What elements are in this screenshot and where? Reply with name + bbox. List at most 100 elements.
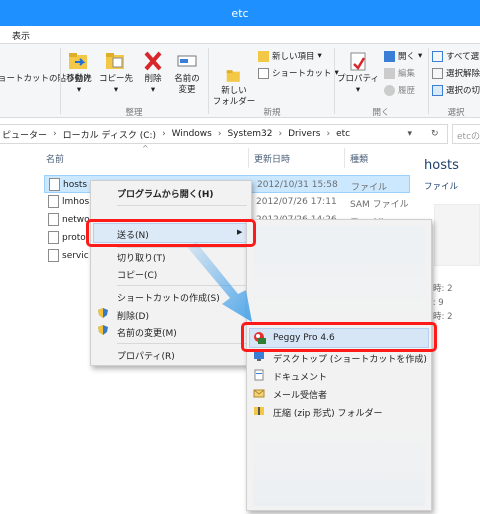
peggy-pro-highlight-box <box>241 322 437 352</box>
breadcrumb-local-disk[interactable]: ローカル ディスク (C:) <box>63 128 156 141</box>
new-item-button[interactable]: 新しい項目 ▾ <box>258 50 322 62</box>
documents-icon <box>254 369 264 381</box>
history-button[interactable]: 履歴 <box>384 84 415 96</box>
submenu-item-desktop[interactable]: デスクトップ (ショートカットを作成) <box>273 352 427 365</box>
file-type: ファイル <box>351 183 388 193</box>
breadcrumb-etc[interactable]: etc <box>336 129 350 139</box>
file-icon <box>48 249 59 262</box>
submenu-item-documents[interactable]: ドキュメント <box>273 370 327 383</box>
open-group-label: 開く <box>372 108 390 118</box>
column-header-date[interactable]: 更新日時 <box>254 152 290 165</box>
chevron-down-icon: ▾ <box>150 85 156 95</box>
new-folder-button[interactable]: 新しい フォルダー <box>212 68 256 108</box>
menu-item-cut[interactable]: 切り取り(T) <box>117 251 166 264</box>
open-icon <box>384 50 395 62</box>
chevron-down-icon: ▾ <box>317 51 322 61</box>
menu-item-properties[interactable]: プロパティ(R) <box>117 349 175 362</box>
menu-item-open-with[interactable]: プログラムから開く(H) <box>117 187 214 200</box>
copy-to-button[interactable]: コピー先 ▾ <box>98 50 134 96</box>
rename-label-1: 名前の <box>174 74 200 84</box>
file-name: proto <box>62 233 86 243</box>
invert-selection-button[interactable]: 選択の切 <box>432 84 480 96</box>
breadcrumb-system32[interactable]: System32 <box>227 129 272 139</box>
properties-label: プロパティ <box>337 74 379 84</box>
invert-selection-icon <box>432 84 443 96</box>
file-date: 2012/10/31 15:58 <box>257 180 338 190</box>
column-divider <box>344 148 345 168</box>
menu-item-create-shortcut[interactable]: ショートカットの作成(S) <box>117 291 220 304</box>
chevron-right-icon: › <box>278 129 283 139</box>
file-name: servic <box>62 251 89 261</box>
submenu-item-mail-recipient[interactable]: メール受信者 <box>273 388 327 401</box>
shield-icon <box>98 325 108 335</box>
chevron-down-icon: ▾ <box>418 51 423 61</box>
edit-icon <box>384 67 395 79</box>
chevron-down-icon: ▾ <box>113 85 119 95</box>
new-item-label: 新しい項目 <box>272 52 315 62</box>
address-controls: ▾ ↻ <box>398 124 448 144</box>
file-type: SAM ファイル <box>350 200 409 210</box>
properties-button[interactable]: プロパティ ▾ <box>336 50 380 96</box>
ribbon: ョートカットの貼り付け 移動先 ▾ コピー先 ▾ 削除 ▾ 名前の 変更 整理 新しいフ… <box>0 44 480 118</box>
new-folder-label-1: 新しい <box>221 86 247 96</box>
new-folder-icon <box>226 70 240 82</box>
move-to-button[interactable]: 移動先 ▾ <box>62 50 96 96</box>
edit-button[interactable]: 編集 <box>384 67 415 79</box>
rename-button[interactable]: 名前の 変更 <box>170 50 204 96</box>
menu-item-rename[interactable]: 名前の変更(M) <box>117 326 177 339</box>
file-icon <box>48 195 59 208</box>
invert-selection-label: 選択の切 <box>446 86 480 96</box>
select-all-button[interactable]: すべて選 <box>432 50 479 62</box>
chevron-down-icon: ▾ <box>76 85 82 95</box>
search-input[interactable]: etcの <box>452 124 480 144</box>
menu-separator <box>117 247 247 248</box>
chevron-down-icon[interactable]: ▾ <box>407 129 412 139</box>
open-label: 開く <box>398 52 416 62</box>
properties-icon <box>350 52 366 71</box>
file-icon <box>49 178 60 191</box>
shortcut-button[interactable]: ショートカット ▾ <box>258 67 339 79</box>
tab-view[interactable]: 表示 <box>12 29 30 42</box>
move-folder-icon <box>69 53 87 69</box>
breadcrumb-drivers[interactable]: Drivers <box>288 129 320 139</box>
title-bar: etc <box>0 0 480 26</box>
select-group-label: 選択 <box>447 108 465 118</box>
select-all-icon <box>432 50 443 62</box>
history-icon <box>384 84 395 96</box>
select-none-button[interactable]: 選択解除 <box>432 67 480 79</box>
ribbon-separator <box>334 48 335 114</box>
desktop-icon <box>254 352 264 361</box>
menu-separator <box>117 205 247 206</box>
rename-icon <box>177 55 197 67</box>
ribbon-separator <box>208 48 209 114</box>
address-bar: ピューター › ローカル ディスク (C:) › Windows › System32… <box>0 122 480 146</box>
history-label: 履歴 <box>398 86 416 96</box>
refresh-icon[interactable]: ↻ <box>431 129 439 139</box>
shortcut-icon <box>258 67 269 79</box>
breadcrumb[interactable]: ピューター › ローカル ディスク (C:) › Windows › System32… <box>0 124 448 144</box>
select-all-label: すべて選 <box>446 52 480 62</box>
column-header-name[interactable]: 名前 <box>46 152 64 165</box>
column-divider <box>248 148 249 168</box>
chevron-right-icon: › <box>162 129 166 139</box>
select-none-icon <box>432 67 443 79</box>
file-name: hosts <box>63 180 88 190</box>
column-header-type[interactable]: 種類 <box>350 152 368 165</box>
open-button[interactable]: 開く ▾ <box>384 50 422 62</box>
preview-filename: hosts <box>424 158 459 173</box>
chevron-right-icon: › <box>326 129 331 139</box>
delete-button[interactable]: 削除 ▾ <box>138 50 168 96</box>
menu-item-delete[interactable]: 削除(D) <box>117 309 149 322</box>
ribbon-separator <box>428 48 429 114</box>
submenu-item-zip-folder[interactable]: 圧縮 (zip 形式) フォルダー <box>273 406 383 419</box>
chevron-down-icon: ▾ <box>355 85 361 95</box>
file-icon <box>48 231 59 244</box>
organize-group-label: 整理 <box>125 108 143 118</box>
breadcrumb-windows[interactable]: Windows <box>172 129 212 139</box>
new-group-label: 新規 <box>263 108 281 118</box>
context-menu: プログラムから開く(H) 送る(N) ▶ 切り取り(T) コピー(C) ショート… <box>90 180 252 366</box>
menu-item-copy[interactable]: コピー(C) <box>117 268 157 281</box>
rename-label-2: 変更 <box>178 85 196 95</box>
send-to-highlight-box <box>86 219 256 247</box>
breadcrumb-computer[interactable]: ピューター <box>2 128 47 141</box>
